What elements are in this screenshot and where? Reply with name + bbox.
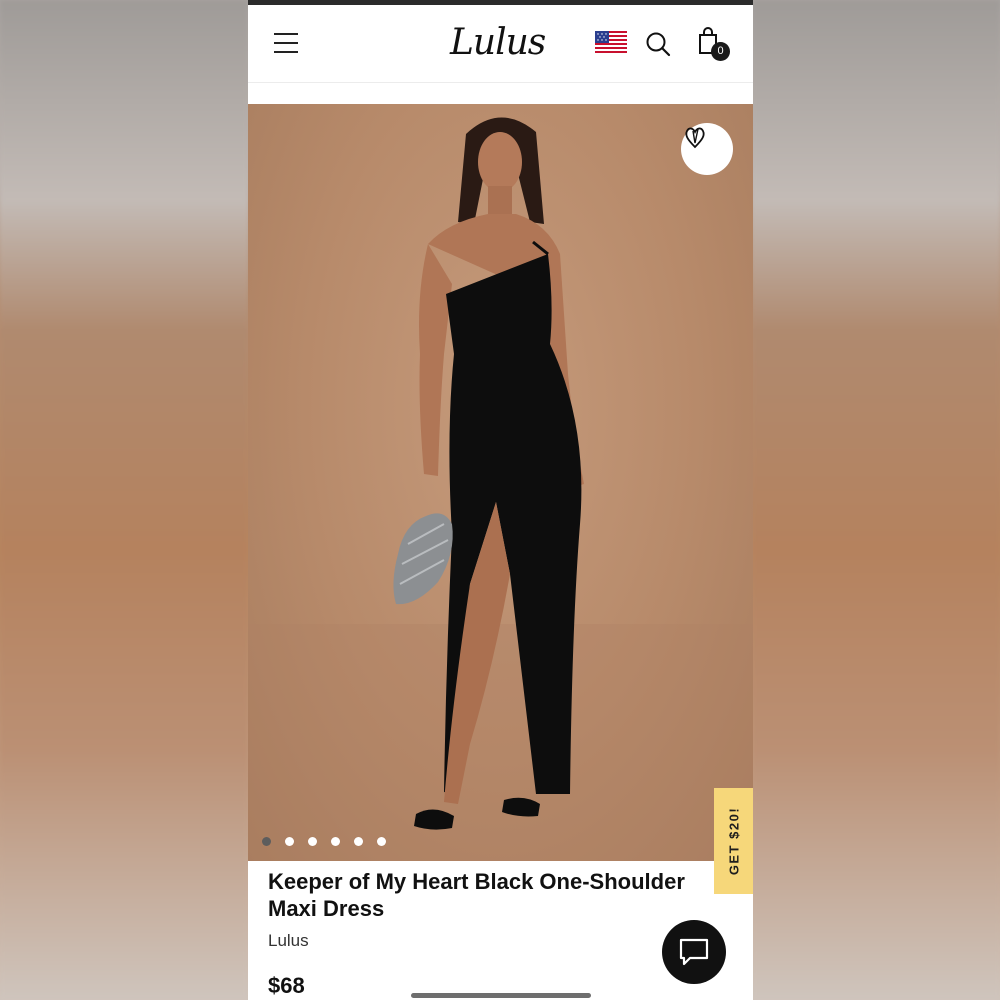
product-title: Keeper of My Heart Black One-Shoulder Ma… <box>268 869 685 921</box>
us-flag-icon[interactable] <box>595 31 627 55</box>
heart-icon <box>685 127 705 149</box>
search-icon[interactable] <box>645 31 671 57</box>
product-brand[interactable]: Lulus <box>268 931 309 951</box>
carousel-dot[interactable] <box>331 837 340 846</box>
carousel-dot[interactable] <box>308 837 317 846</box>
carousel-dot[interactable] <box>262 837 271 846</box>
mobile-screen: Lulus 0 GET $20! Keeper of My Heart Blac… <box>248 0 753 1000</box>
blurred-background-right <box>752 0 1000 1000</box>
hamburger-menu-icon[interactable] <box>274 33 298 53</box>
shopping-bag-icon[interactable]: 0 <box>697 27 731 63</box>
product-price: $68 <box>268 973 305 998</box>
model-photo <box>248 117 753 861</box>
lulus-logo[interactable]: Lulus <box>450 19 550 67</box>
wishlist-button[interactable] <box>681 123 733 175</box>
chat-button[interactable] <box>662 920 726 984</box>
carousel-dot[interactable] <box>354 837 363 846</box>
cart-count-badge: 0 <box>711 42 730 61</box>
chat-bubble-icon <box>679 938 709 966</box>
carousel-dot[interactable] <box>377 837 386 846</box>
site-header: Lulus 0 <box>248 5 753 83</box>
blurred-background-left <box>0 0 248 1000</box>
product-image[interactable] <box>248 104 753 861</box>
carousel-dot[interactable] <box>285 837 294 846</box>
promo-tab-label: GET $20! <box>726 806 741 876</box>
home-indicator <box>411 993 591 998</box>
